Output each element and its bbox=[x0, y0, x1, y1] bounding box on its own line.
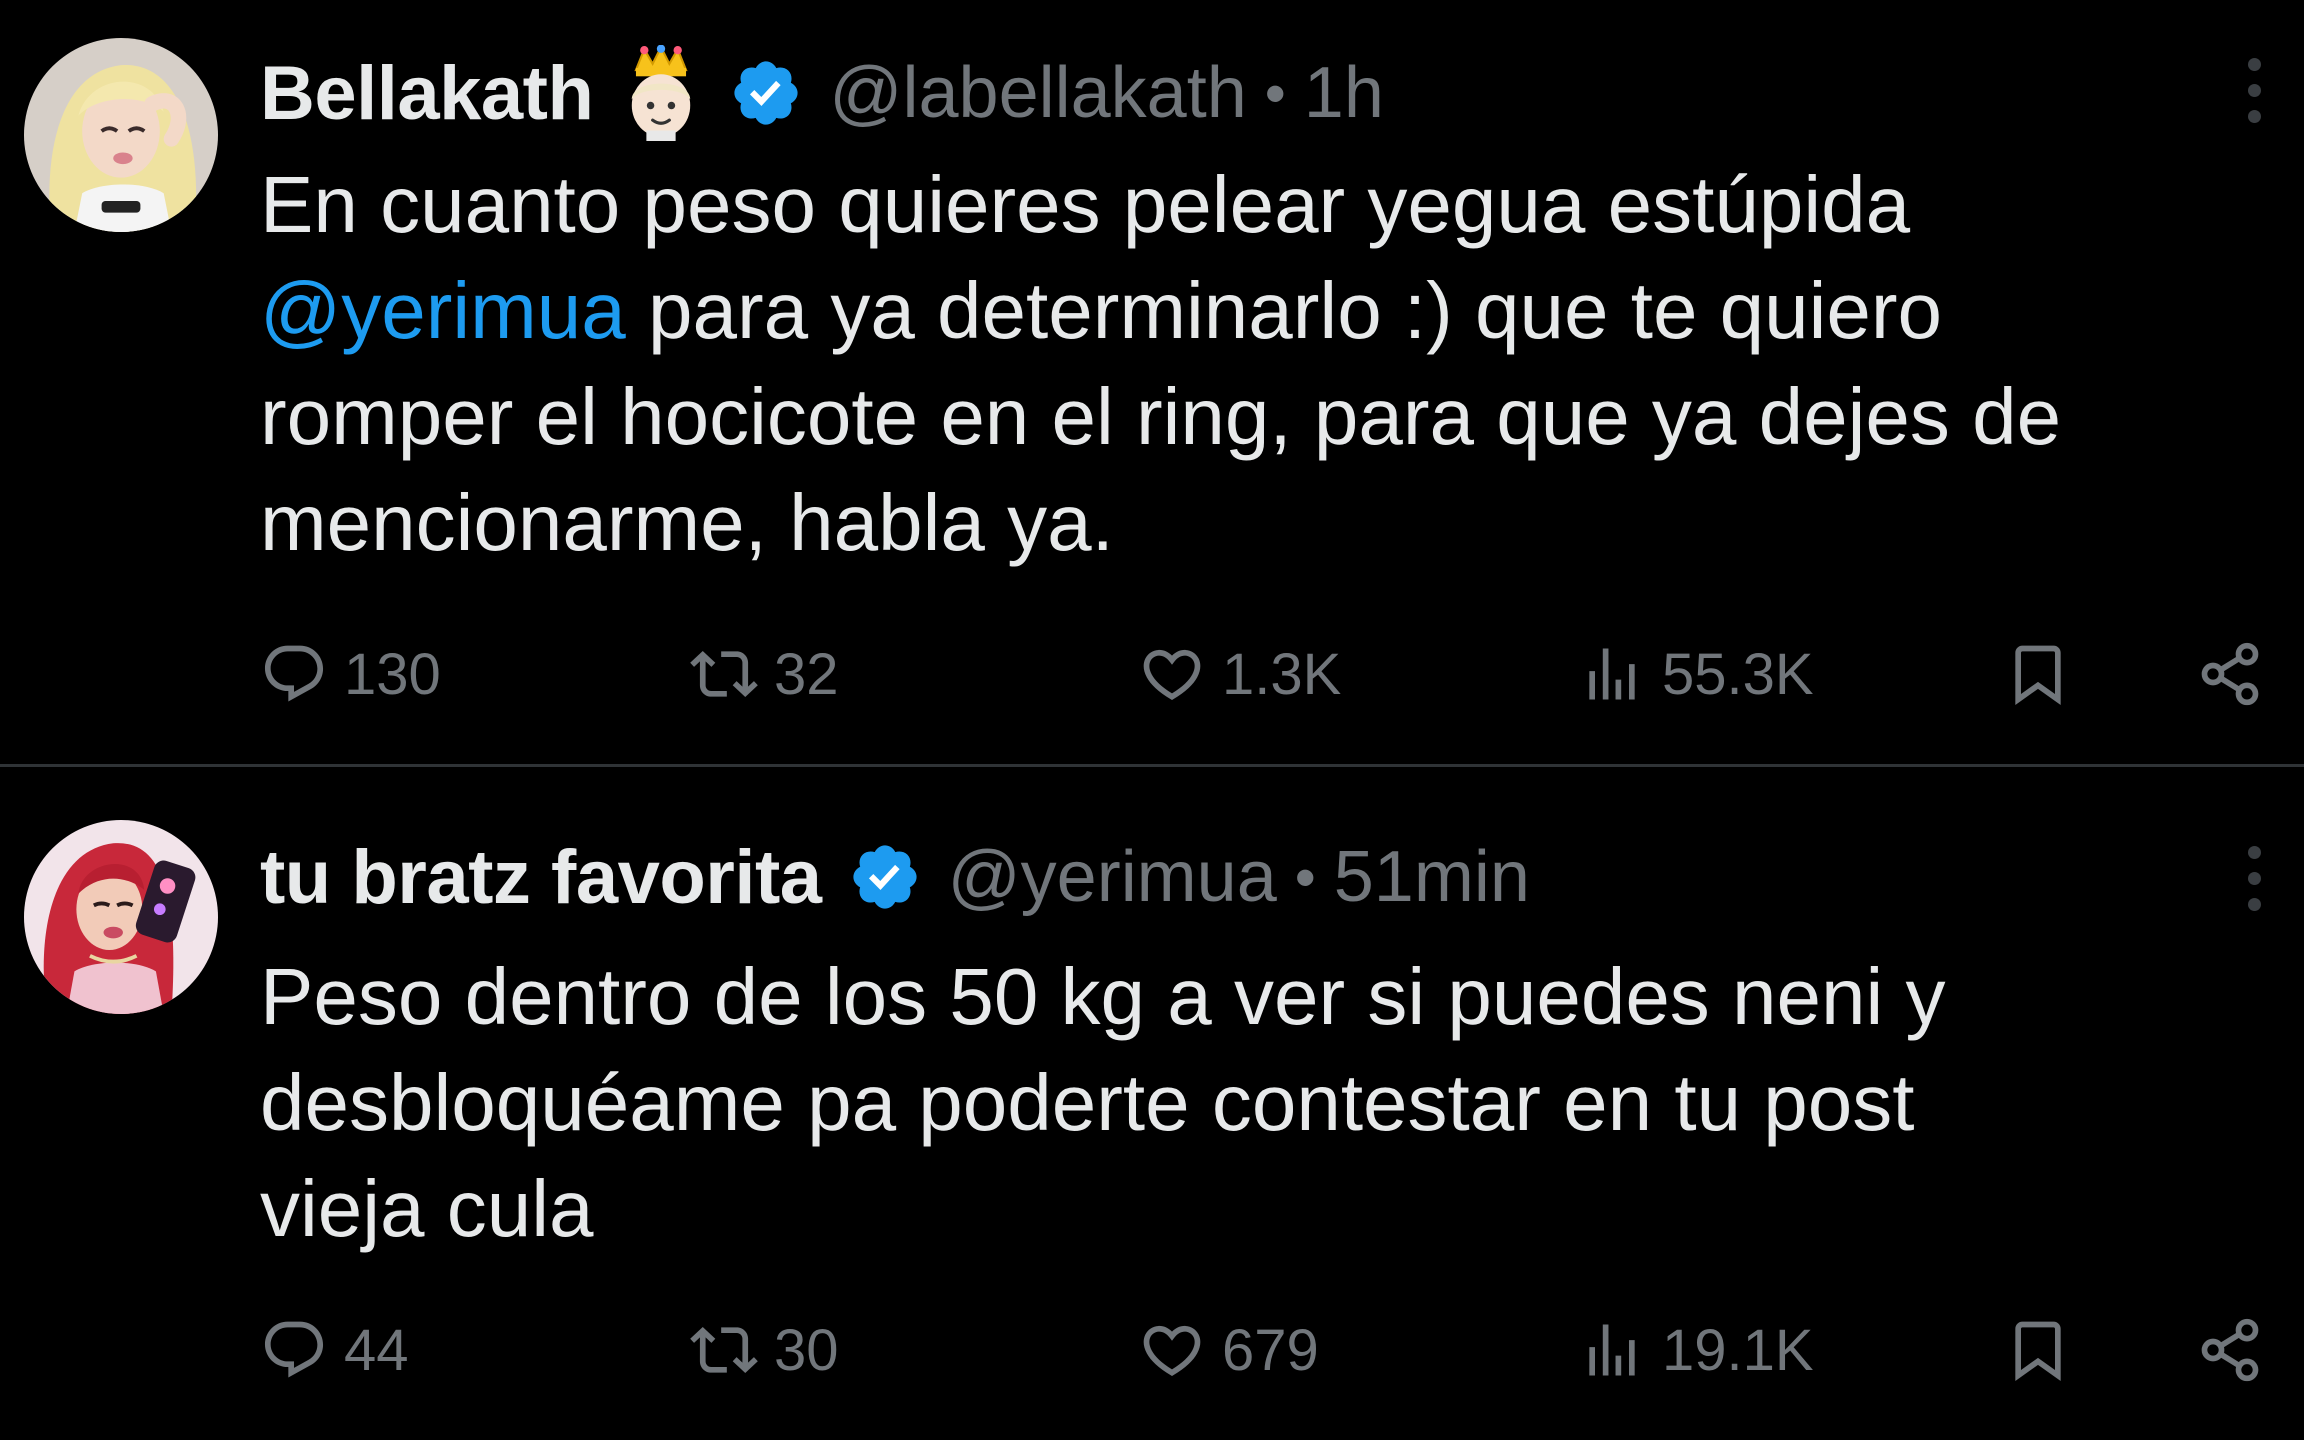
share-icon bbox=[2201, 642, 2259, 706]
views-count: 19.1K bbox=[1662, 1317, 1814, 1383]
verified-badge-icon bbox=[734, 61, 799, 125]
bookmark-icon bbox=[2015, 645, 2061, 705]
views-chart-icon bbox=[1589, 1324, 1635, 1376]
tweet[interactable]: tu bratz favorita @yerimua • 51min Peso … bbox=[0, 764, 2304, 1440]
tweet-text-line: Peso dentro de los 50 kg a ver si puedes… bbox=[260, 952, 1946, 1041]
action-bar: 130 32 1.3K 55.3K bbox=[0, 634, 2304, 714]
tweet-text: Peso dentro de los 50 kg a ver si puedes… bbox=[260, 944, 2260, 1262]
reply-icon bbox=[264, 645, 324, 702]
tweet-text-line: En cuanto peso quieres pelear yegua estú… bbox=[260, 160, 1911, 249]
display-name[interactable]: tu bratz favorita bbox=[260, 834, 822, 921]
reply-icon bbox=[264, 1321, 324, 1378]
handle[interactable]: @labellakath bbox=[829, 52, 1246, 134]
repost-count: 30 bbox=[774, 1317, 839, 1383]
tweet-header: Bellakath @labellakath • 1h bbox=[260, 38, 2194, 148]
tweet-text: En cuanto peso quieres pelear yegua estú… bbox=[260, 152, 2260, 576]
views-chart-icon bbox=[1589, 648, 1635, 700]
views-button[interactable]: 19.1K bbox=[1578, 1310, 1814, 1390]
repost-button[interactable]: 32 bbox=[690, 634, 839, 714]
avatar[interactable] bbox=[24, 820, 218, 1014]
timestamp[interactable]: 1h bbox=[1304, 52, 1384, 134]
tweet-text-line: @yerimua para ya determinarlo :) que te … bbox=[260, 258, 2260, 364]
separator-dot: • bbox=[1294, 843, 1316, 911]
views-count: 55.3K bbox=[1662, 641, 1814, 707]
repost-icon bbox=[690, 650, 758, 698]
tweet-text-line: desbloquéame pa poderte contestar en tu … bbox=[260, 1058, 1915, 1147]
mention-link[interactable]: @yerimua bbox=[260, 266, 626, 355]
tweet-text-line: vieja cula bbox=[260, 1164, 594, 1253]
share-button[interactable] bbox=[2196, 1310, 2264, 1390]
like-button[interactable]: 1.3K bbox=[1138, 634, 1341, 714]
bookmark-icon bbox=[2015, 1321, 2061, 1381]
reply-button[interactable]: 44 bbox=[260, 1310, 409, 1390]
avatar[interactable] bbox=[24, 38, 218, 232]
tweet[interactable]: Bellakath @labellakath • 1h En cuanto pe… bbox=[0, 0, 2304, 764]
heart-icon bbox=[1143, 1325, 1201, 1376]
share-icon bbox=[2201, 1318, 2259, 1382]
like-button[interactable]: 679 bbox=[1138, 1310, 1319, 1390]
verified-badge-icon bbox=[852, 845, 917, 909]
action-bar: 44 30 679 19.1K bbox=[0, 1310, 2304, 1390]
share-button[interactable] bbox=[2196, 634, 2264, 714]
tweet-text-segment: para ya determinarlo :) que te quiero bbox=[625, 266, 1943, 355]
tweet-text-line: romper el hocicote en el ring, para que … bbox=[260, 372, 2062, 461]
heart-icon bbox=[1143, 649, 1201, 700]
more-options-icon[interactable] bbox=[2244, 58, 2264, 128]
display-name[interactable]: Bellakath bbox=[260, 50, 594, 137]
reply-count: 44 bbox=[344, 1317, 409, 1383]
timestamp[interactable]: 51min bbox=[1334, 836, 1530, 918]
repost-count: 32 bbox=[774, 641, 839, 707]
views-button[interactable]: 55.3K bbox=[1578, 634, 1814, 714]
princess-emoji-icon bbox=[632, 45, 691, 141]
separator-dot: • bbox=[1264, 59, 1286, 127]
like-count: 679 bbox=[1222, 1317, 1319, 1383]
handle[interactable]: @yerimua bbox=[948, 836, 1277, 918]
avatar-yerimua-image bbox=[24, 820, 218, 1014]
bookmark-button[interactable] bbox=[2004, 634, 2072, 714]
tweet-text-line: mencionarme, habla ya. bbox=[260, 478, 1114, 567]
tweet-header: tu bratz favorita @yerimua • 51min bbox=[260, 822, 2194, 932]
more-options-icon[interactable] bbox=[2244, 846, 2264, 916]
avatar-bellakath-image bbox=[24, 38, 218, 232]
repost-button[interactable]: 30 bbox=[690, 1310, 839, 1390]
reply-count: 130 bbox=[344, 641, 441, 707]
like-count: 1.3K bbox=[1222, 641, 1342, 707]
bookmark-button[interactable] bbox=[2004, 1310, 2072, 1390]
reply-button[interactable]: 130 bbox=[260, 634, 441, 714]
repost-icon bbox=[690, 1326, 758, 1374]
